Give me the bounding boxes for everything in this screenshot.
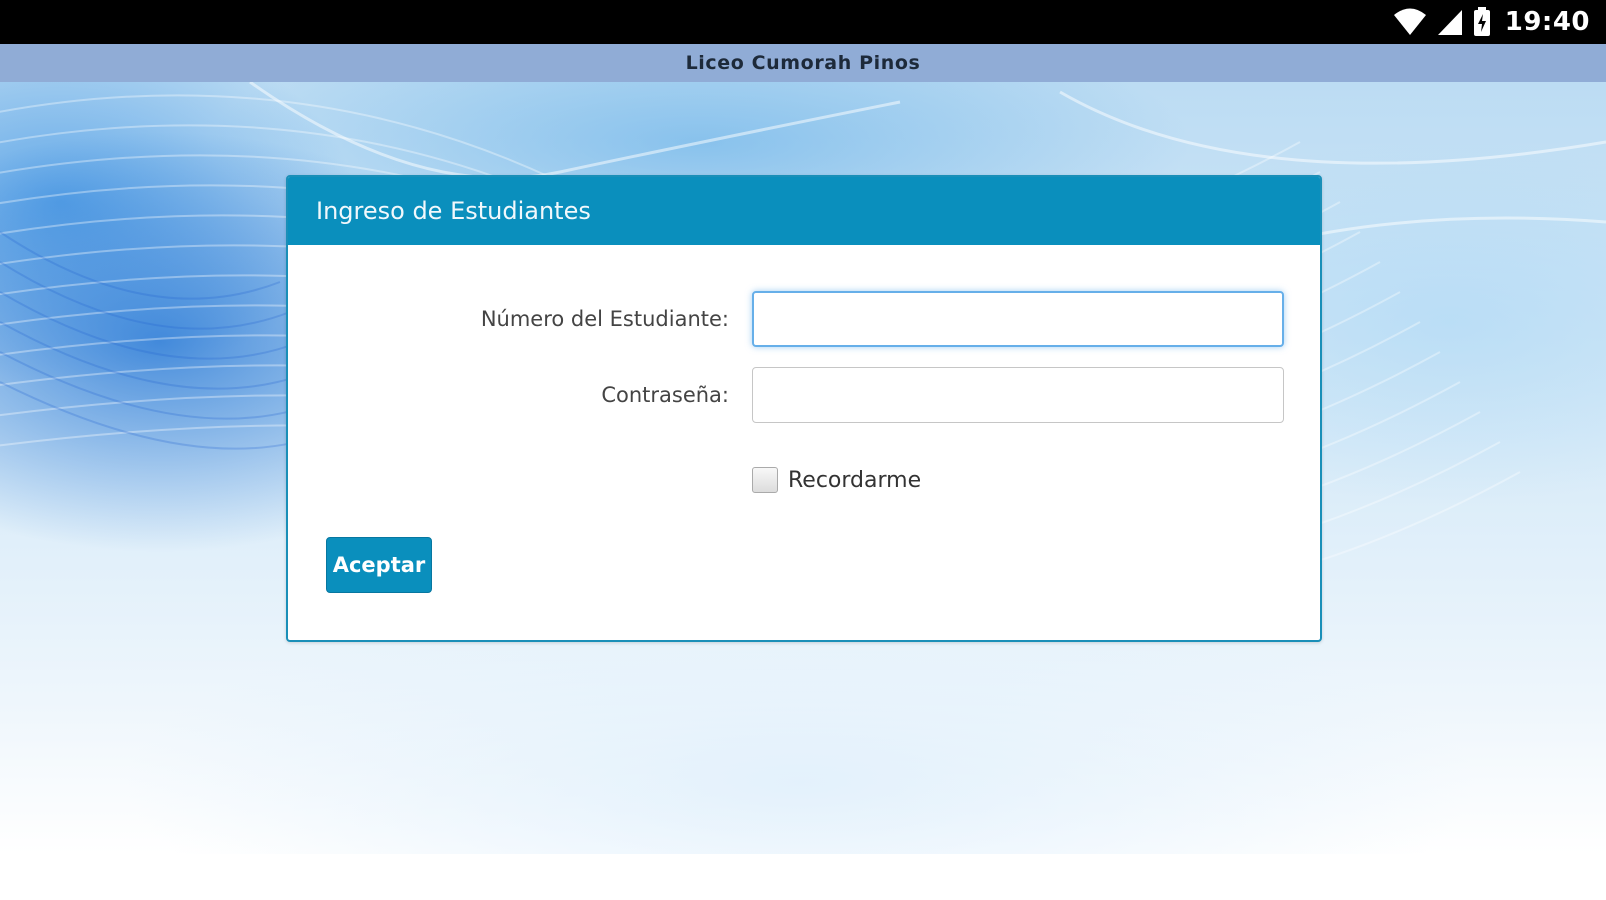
remember-checkbox[interactable] bbox=[752, 467, 778, 493]
app-title-bar: Liceo Cumorah Pinos bbox=[0, 44, 1606, 82]
student-login-panel: Ingreso de Estudiantes Número del Estudi… bbox=[286, 175, 1322, 642]
signal-icon bbox=[1437, 10, 1462, 35]
password-label: Contraseña: bbox=[601, 383, 729, 407]
student-number-row: Número del Estudiante: bbox=[288, 291, 1320, 347]
remember-me[interactable]: Recordarme bbox=[752, 467, 921, 493]
submit-button[interactable]: Aceptar bbox=[326, 537, 432, 593]
password-row: Contraseña: bbox=[288, 367, 1320, 423]
app-title: Liceo Cumorah Pinos bbox=[685, 52, 921, 74]
panel-title: Ingreso de Estudiantes bbox=[316, 197, 591, 225]
student-number-label: Número del Estudiante: bbox=[480, 307, 729, 331]
status-bar: 19:40 bbox=[0, 0, 1606, 44]
remember-label[interactable]: Recordarme bbox=[788, 468, 921, 493]
password-input[interactable] bbox=[752, 367, 1284, 423]
student-number-input[interactable] bbox=[752, 291, 1284, 347]
panel-header: Ingreso de Estudiantes bbox=[288, 177, 1320, 245]
battery-icon bbox=[1473, 7, 1490, 36]
wifi-icon bbox=[1393, 8, 1426, 35]
status-time: 19:40 bbox=[1504, 7, 1590, 37]
